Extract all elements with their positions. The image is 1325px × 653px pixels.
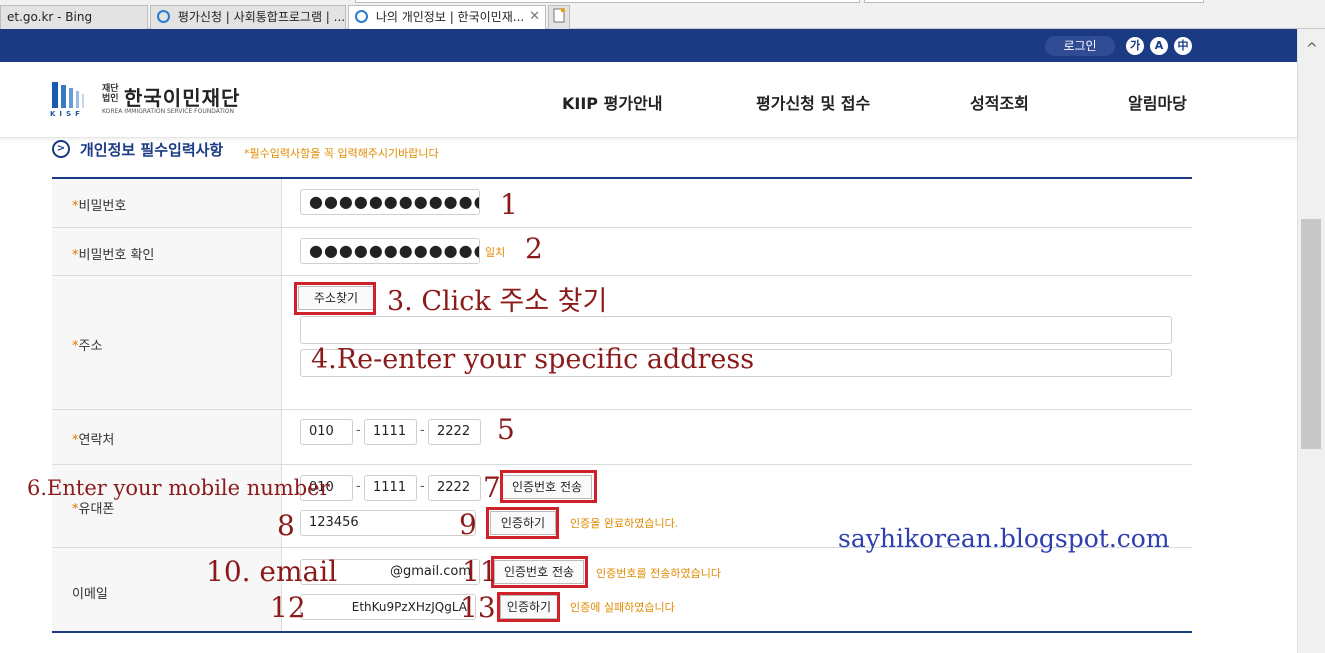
mobile-verify-status: 인증을 완료하였습니다.	[570, 517, 679, 530]
login-button[interactable]: 로그인	[1045, 36, 1115, 56]
logo-english-name: KOREA IMMIGRATION SERVICE FOUNDATION	[102, 108, 235, 115]
password-confirm-input[interactable]: ●●●●●●●●●●●●	[300, 238, 480, 264]
annotation-2: 2	[525, 232, 543, 265]
annotation-8: 8	[277, 509, 295, 542]
address-label: *주소	[72, 339, 103, 354]
row-divider	[52, 409, 1192, 410]
annotation-5: 5	[497, 413, 515, 446]
new-tab-button[interactable]	[548, 5, 570, 29]
blog-watermark: sayhikorean.blogspot.com	[838, 524, 1170, 553]
annotation-4: 4.Re-enter your specific address	[311, 344, 755, 375]
new-tab-icon	[553, 8, 565, 23]
annotation-9: 9	[459, 508, 477, 541]
chevron-up-icon[interactable]: ^	[1306, 41, 1318, 57]
nav-score-lookup[interactable]: 성적조회	[970, 90, 1029, 114]
highlight-box	[497, 592, 560, 622]
dash-separator: -	[356, 423, 361, 438]
browser-tab-bing[interactable]: et.go.kr - Bing	[0, 5, 148, 29]
font-size-korean-button[interactable]: 가	[1126, 37, 1144, 55]
nav-notices[interactable]: 알림마당	[1128, 90, 1187, 114]
ie-icon	[157, 10, 170, 23]
logo-foundation-mark: 재단 법인	[102, 84, 119, 104]
table-bottom-border	[52, 631, 1192, 633]
email-send-status: 인증번호를 전송하였습니다	[596, 567, 721, 580]
row-divider	[52, 275, 1192, 276]
password-confirm-label: *비밀번호 확인	[72, 248, 155, 263]
highlight-box	[294, 282, 376, 315]
contact-middle-input[interactable]: 1111	[364, 419, 417, 445]
browser-tab-my-info[interactable]: 나의 개인정보 | 한국이민재... ✕	[348, 5, 546, 29]
highlight-box	[486, 507, 559, 539]
logo-kisf-text: KISF	[50, 110, 84, 118]
password-match-status: 일치	[485, 246, 506, 259]
browser-tab-evaluation[interactable]: 평가신청 | 사회통합프로그램 | ...	[150, 5, 346, 29]
annotation-7: 7	[483, 471, 501, 504]
contact-label: *연락처	[72, 433, 115, 448]
highlight-box	[491, 556, 588, 588]
mobile-last-input[interactable]: 2222	[428, 475, 481, 501]
annotation-1: 1	[500, 188, 518, 221]
section-note: *필수입력사항을 꼭 입력해주시기바랍니다	[244, 147, 439, 160]
annotation-6: 6.Enter your mobile number	[27, 476, 330, 500]
annotation-13: 13	[460, 591, 496, 624]
ie-icon	[355, 10, 368, 23]
address-line1-input[interactable]	[300, 316, 1172, 344]
password-label: *비밀번호	[72, 199, 127, 214]
nav-kiip-guide[interactable]: KIIP 평가안내	[562, 90, 662, 114]
contact-last-input[interactable]: 2222	[428, 419, 481, 445]
address-bar-edge	[355, 0, 860, 3]
browser-tab-bar: et.go.kr - Bing 평가신청 | 사회통합프로그램 | ... 나의…	[0, 0, 1325, 29]
mobile-code-input[interactable]: 123456	[300, 510, 476, 536]
annotation-3: 3. Click 주소 찾기	[387, 286, 608, 317]
annotation-10: 10. email	[206, 555, 338, 588]
row-divider	[52, 464, 1192, 465]
row-divider	[52, 227, 1192, 228]
chinese-language-button[interactable]: 中	[1174, 37, 1192, 55]
tab-label: et.go.kr - Bing	[7, 10, 93, 24]
password-input[interactable]: ●●●●●●●●●●●●	[300, 189, 480, 215]
search-bar-edge	[864, 0, 1204, 3]
annotation-12: 12	[270, 591, 306, 624]
nav-application[interactable]: 평가신청 및 접수	[756, 90, 870, 114]
close-tab-icon[interactable]: ✕	[529, 6, 540, 28]
logo-name[interactable]: 한국이민재단	[124, 82, 240, 111]
page-scrollbar[interactable]: ^	[1297, 29, 1325, 653]
dash-separator: -	[420, 479, 425, 494]
email-code-input[interactable]: EthKu9PzXHzJQgLA	[300, 594, 476, 620]
dash-separator: -	[356, 479, 361, 494]
tab-label: 나의 개인정보 | 한국이민재...	[375, 10, 525, 24]
annotation-11: 11	[462, 555, 498, 588]
dash-separator: -	[420, 423, 425, 438]
tab-label: 평가신청 | 사회통합프로그램 | ...	[177, 10, 346, 24]
kisf-logo-icon[interactable]	[50, 80, 96, 114]
mobile-middle-input[interactable]: 1111	[364, 475, 417, 501]
email-verify-status: 인증에 실패하였습니다	[570, 601, 675, 614]
scrollbar-thumb[interactable]	[1301, 219, 1321, 449]
email-label: 이메일	[72, 587, 108, 602]
english-language-button[interactable]: A	[1150, 37, 1168, 55]
highlight-box	[500, 470, 597, 503]
section-title: 개인정보 필수입력사항	[80, 141, 224, 159]
contact-area-input[interactable]: 010	[300, 419, 353, 445]
mobile-label: *유대폰	[72, 502, 115, 517]
section-arrow-icon: >	[52, 140, 70, 158]
